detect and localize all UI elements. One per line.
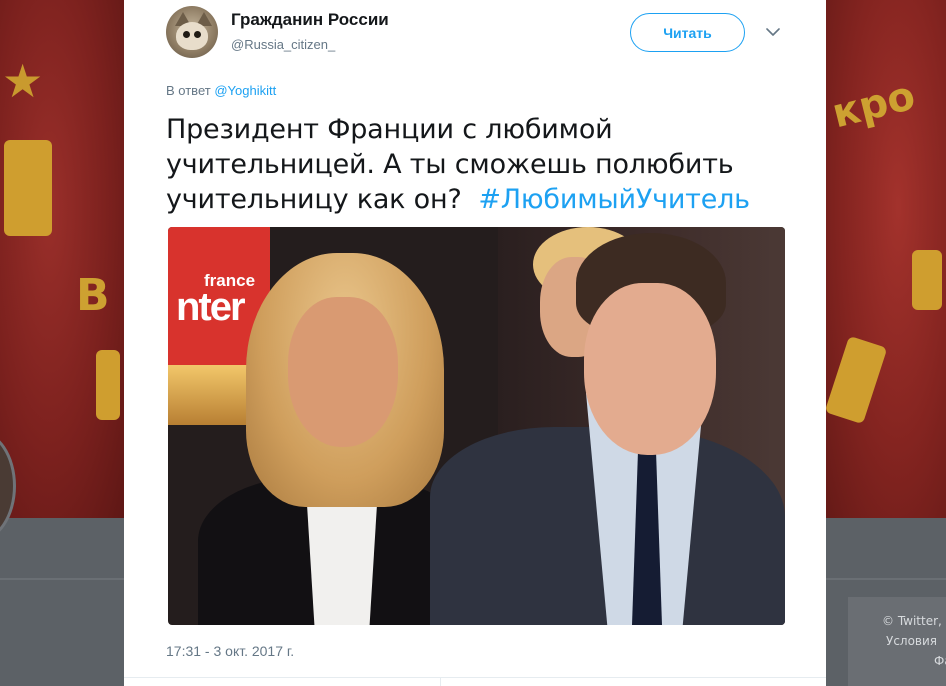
reply-mention-link[interactable]: @Yoghikitt <box>214 83 276 98</box>
author-handle[interactable]: @Russia_citizen_ <box>231 37 335 52</box>
tweet-text-line: учительницей. А ты сможешь полюбить <box>166 149 734 180</box>
tweet-text-line-part: учительницу как он? <box>166 184 462 215</box>
footer-terms-link[interactable]: Условия <box>886 634 937 648</box>
photo-woman-face <box>288 297 398 447</box>
footer-copyright: © Twitter, 2 <box>882 614 946 628</box>
tweet-text-line: учительницу как он? #ЛюбимыйУчитель <box>166 182 806 217</box>
tweet-modal: Гражданин России @Russia_citizen_ Читать… <box>124 0 826 686</box>
crown-decoration <box>4 140 52 236</box>
stats-divider <box>124 677 826 678</box>
author-name[interactable]: Гражданин России <box>231 10 389 30</box>
hashtag-link[interactable]: #ЛюбимыйУчитель <box>478 184 750 215</box>
tweet-text-line: Президент Франции с любимой <box>166 114 613 145</box>
stats-separator <box>440 677 441 686</box>
tweet-photo[interactable]: france nter <box>168 227 785 625</box>
profile-banner-right: кро <box>824 0 946 518</box>
cat-face <box>176 22 208 50</box>
sign-big-text: nter <box>176 285 246 329</box>
footer-more-link[interactable]: Фа <box>934 654 946 668</box>
reply-prefix: В ответ <box>166 83 211 98</box>
letter-decoration: B <box>76 270 110 321</box>
reply-context: В ответ @Yoghikitt <box>166 83 276 98</box>
profile-banner-left: ★ B <box>0 0 124 518</box>
letters-decoration: кро <box>827 72 920 138</box>
star-decoration: ★ <box>2 55 44 107</box>
author-avatar[interactable] <box>166 6 218 58</box>
block-decoration <box>824 335 888 425</box>
cat-eye <box>183 31 190 38</box>
chevron-down-icon <box>766 24 780 42</box>
tweet-timestamp[interactable]: 17:31 - 3 окт. 2017 г. <box>166 643 294 659</box>
tweet-menu-button[interactable] <box>764 24 782 42</box>
follow-button[interactable]: Читать <box>630 13 745 52</box>
tweet-text: Президент Франции с любимой учительницей… <box>166 112 806 217</box>
block-decoration <box>96 350 120 420</box>
block-decoration <box>912 250 942 310</box>
photo-man-face <box>584 283 716 455</box>
cat-eye <box>194 31 201 38</box>
